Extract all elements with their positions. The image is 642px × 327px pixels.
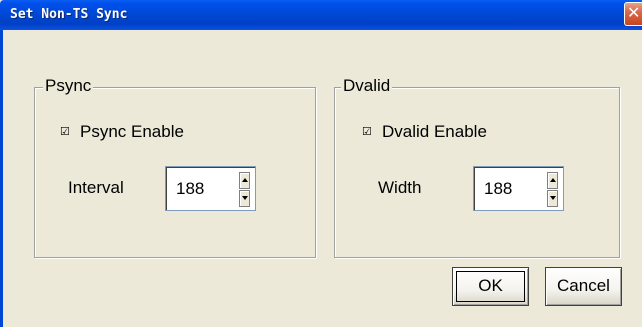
width-value[interactable]: 188	[484, 179, 512, 199]
dvalid-enable-checkbox[interactable]: ☑ Dvalid Enable	[362, 122, 487, 142]
chevron-up-icon	[550, 178, 556, 182]
width-label: Width	[378, 178, 422, 197]
interval-label: Interval	[68, 178, 124, 197]
chevron-down-icon	[550, 196, 556, 200]
checkmark-icon: ☑	[362, 126, 372, 138]
width-spinbox[interactable]: 188	[473, 166, 564, 211]
set-non-ts-sync-dialog: Set Non-TS Sync ✕ Psync ☑ Psync Enable In…	[0, 0, 642, 327]
dvalid-group-label: Dvalid	[341, 76, 393, 96]
cancel-button[interactable]: Cancel	[545, 267, 622, 306]
window-frame-left	[0, 30, 3, 327]
interval-spin-down-button[interactable]	[239, 190, 250, 207]
window-title: Set Non-TS Sync	[10, 7, 128, 22]
interval-spin-up-button[interactable]	[239, 172, 250, 189]
width-spin-down-button[interactable]	[547, 190, 558, 207]
chevron-down-icon	[242, 196, 248, 200]
psync-enable-checkbox[interactable]: ☑ Psync Enable	[60, 122, 184, 142]
psync-enable-label: Psync Enable	[80, 122, 184, 141]
ok-button[interactable]: OK	[452, 267, 529, 306]
interval-value[interactable]: 188	[176, 179, 204, 199]
width-spin-up-button[interactable]	[547, 172, 558, 189]
psync-group-label: Psync	[43, 76, 94, 96]
title-bar[interactable]: Set Non-TS Sync ✕	[0, 0, 642, 30]
close-button[interactable]: ✕	[624, 2, 642, 26]
chevron-up-icon	[242, 178, 248, 182]
checkmark-icon: ☑	[60, 126, 70, 138]
dvalid-enable-label: Dvalid Enable	[382, 122, 487, 141]
close-icon: ✕	[627, 3, 641, 22]
interval-spinbox[interactable]: 188	[165, 166, 256, 211]
